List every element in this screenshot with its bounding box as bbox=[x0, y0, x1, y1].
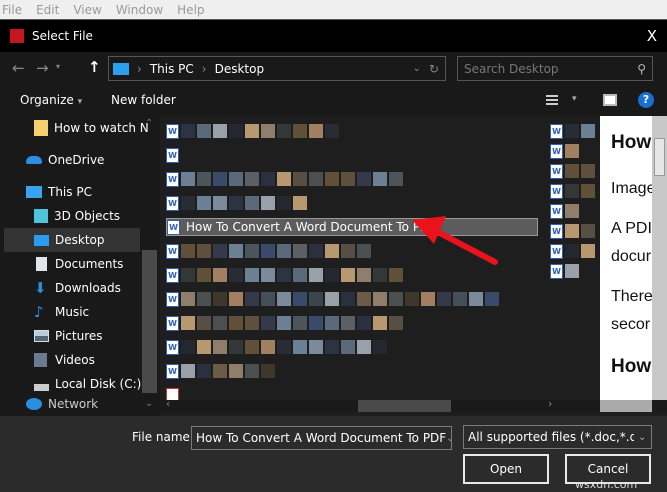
red-arrow-annotation bbox=[412, 216, 498, 265]
